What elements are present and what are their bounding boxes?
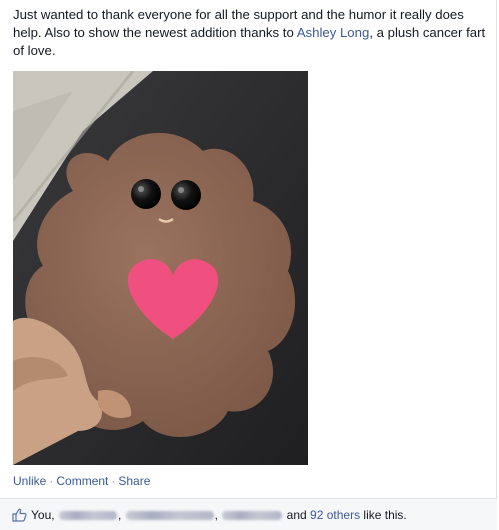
unlike-link[interactable]: Unlike [13,474,46,488]
likes-suffix: like this. [363,508,407,522]
feed-post: Just wanted to thank everyone for all th… [0,0,497,530]
likes-prefix: You, [31,508,55,522]
post-photo[interactable] [13,71,308,465]
share-link[interactable]: Share [118,474,150,488]
likes-bar: You, , , and 92 others like this. [0,498,497,530]
comment-link[interactable]: Comment [56,474,108,488]
likes-comma: , [214,508,218,522]
redacted-name [58,511,117,521]
post-text: Just wanted to thank everyone for all th… [13,6,493,60]
separator: · [49,474,54,488]
thumbs-up-icon [12,508,27,522]
likes-and: and [286,508,307,522]
redacted-name [125,511,214,521]
mention-link[interactable]: Ashley Long [297,25,370,40]
others-link[interactable]: 92 others [310,508,360,522]
redacted-name [222,511,283,521]
plush-photo-image [13,71,308,465]
likes-comma: , [117,508,122,522]
separator: · [111,474,116,488]
likes-summary: You, , , and 92 others like this. [31,508,407,522]
post-actions: Unlike · Comment · Share [13,474,150,488]
